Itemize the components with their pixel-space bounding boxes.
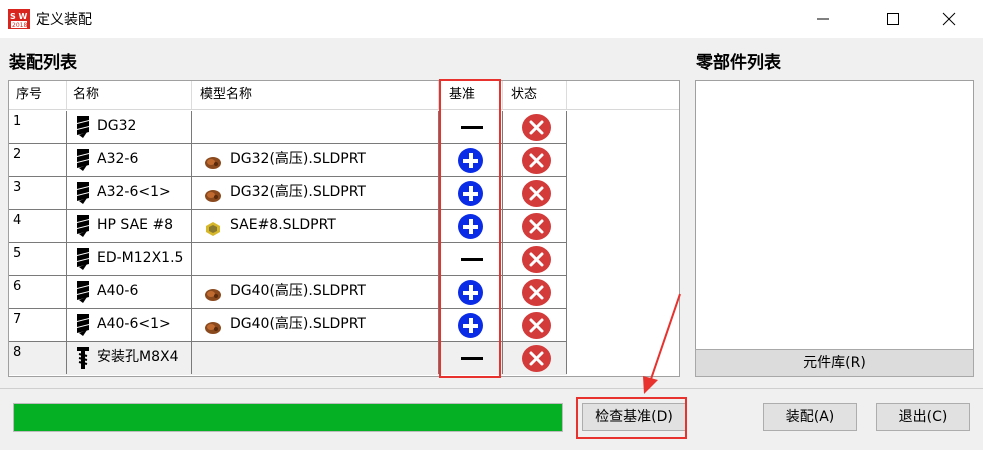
close-icon	[942, 12, 956, 26]
row-name-cell[interactable]: A32-6<1>	[67, 177, 192, 209]
header-seq[interactable]: 序号	[9, 81, 67, 109]
progress-bar	[13, 403, 563, 432]
row-model: DG40(高压).SLDPRT	[230, 316, 366, 332]
row-name-cell[interactable]: HP SAE #8	[67, 210, 192, 242]
drill-icon	[77, 281, 89, 303]
solidworks-icon: S W 2018	[8, 9, 30, 29]
check-base-highlight	[576, 397, 687, 439]
row-name: A40-6<1>	[97, 316, 171, 332]
row-status-cell	[503, 177, 567, 209]
svg-text:S W: S W	[10, 12, 28, 21]
row-status-cell	[503, 243, 567, 275]
error-x-icon	[522, 312, 551, 339]
assembly-grid[interactable]: 序号 名称 模型名称 基准 状态 1 DG32 2 A32-6 DG32(高压).SLD…	[8, 80, 680, 377]
grid-header: 序号 名称 模型名称 基准 状态	[9, 81, 679, 110]
tap-icon	[77, 347, 89, 369]
assemble-button[interactable]: 装配(A)	[763, 403, 857, 431]
error-x-icon	[522, 147, 551, 174]
row-model-cell[interactable]	[192, 243, 439, 275]
row-status-cell	[503, 144, 567, 176]
error-x-icon	[522, 246, 551, 273]
row-model-cell[interactable]	[192, 342, 439, 374]
minimize-icon	[817, 18, 829, 20]
maximize-button[interactable]	[870, 0, 916, 38]
row-model-cell[interactable]: SAE#8.SLDPRT	[192, 210, 439, 242]
row-name: A40-6	[97, 283, 139, 299]
brown-part-icon	[204, 284, 222, 301]
row-seq: 3	[9, 177, 67, 209]
row-name-cell[interactable]: A40-6	[67, 276, 192, 308]
error-x-icon	[522, 279, 551, 306]
row-seq: 4	[9, 210, 67, 242]
error-x-icon	[522, 213, 551, 240]
header-model[interactable]: 模型名称	[192, 81, 439, 109]
progress-fill	[14, 404, 562, 431]
svg-text:2018: 2018	[12, 22, 27, 29]
row-model-cell[interactable]	[192, 111, 439, 143]
row-status-cell	[503, 111, 567, 143]
brown-part-icon	[204, 185, 222, 202]
row-name-cell[interactable]: ED-M12X1.5	[67, 243, 192, 275]
row-seq: 6	[9, 276, 67, 308]
yellow-part-icon	[204, 218, 222, 236]
brown-part-icon	[204, 317, 222, 334]
row-model-cell[interactable]: DG40(高压).SLDPRT	[192, 309, 439, 341]
row-seq: 5	[9, 243, 67, 275]
header-name[interactable]: 名称	[67, 81, 192, 109]
row-name-cell[interactable]: DG32	[67, 111, 192, 143]
parts-list-panel[interactable]	[695, 80, 974, 377]
row-model-cell[interactable]: DG32(高压).SLDPRT	[192, 144, 439, 176]
row-name-cell[interactable]: A40-6<1>	[67, 309, 192, 341]
row-model: SAE#8.SLDPRT	[230, 217, 336, 233]
drill-icon	[77, 215, 89, 237]
error-x-icon	[522, 114, 551, 141]
row-seq: 1	[9, 111, 67, 143]
row-model: DG40(高压).SLDPRT	[230, 283, 366, 299]
row-status-cell	[503, 210, 567, 242]
row-status-cell	[503, 276, 567, 308]
row-status-cell	[503, 342, 567, 374]
row-seq: 2	[9, 144, 67, 176]
parts-list-title: 零部件列表	[696, 53, 781, 73]
row-model: DG32(高压).SLDPRT	[230, 151, 366, 167]
row-name-cell[interactable]: A32-6	[67, 144, 192, 176]
error-x-icon	[522, 345, 551, 372]
maximize-icon	[887, 13, 899, 25]
divider	[0, 388, 983, 389]
header-status[interactable]: 状态	[503, 81, 567, 109]
arrow-annotation	[643, 293, 681, 394]
row-name: DG32	[97, 118, 137, 134]
assembly-list-title: 装配列表	[9, 53, 77, 73]
minimize-button[interactable]	[800, 0, 846, 38]
drill-icon	[77, 149, 89, 171]
brown-part-icon	[204, 152, 222, 169]
window-title: 定义装配	[36, 12, 92, 28]
drill-icon	[77, 248, 89, 270]
row-seq: 7	[9, 309, 67, 341]
drill-icon	[77, 314, 89, 336]
library-button[interactable]: 元件库(R)	[695, 349, 974, 377]
row-model-cell[interactable]: DG40(高压).SLDPRT	[192, 276, 439, 308]
row-status-cell	[503, 309, 567, 341]
row-name: 安装孔M8X4	[97, 349, 179, 365]
base-column-highlight	[439, 79, 501, 378]
row-name: A32-6<1>	[97, 184, 171, 200]
row-name: ED-M12X1.5	[97, 250, 184, 266]
close-button[interactable]	[926, 0, 972, 38]
row-name: HP SAE #8	[97, 217, 174, 233]
drill-icon	[77, 116, 89, 138]
row-name-cell[interactable]: 安装孔M8X4	[67, 342, 192, 374]
row-model: DG32(高压).SLDPRT	[230, 184, 366, 200]
row-seq: 8	[9, 342, 67, 374]
row-name: A32-6	[97, 151, 139, 167]
exit-button[interactable]: 退出(C)	[876, 403, 970, 431]
title-bar: S W 2018 定义装配	[0, 0, 983, 38]
row-model-cell[interactable]: DG32(高压).SLDPRT	[192, 177, 439, 209]
drill-icon	[77, 182, 89, 204]
error-x-icon	[522, 180, 551, 207]
